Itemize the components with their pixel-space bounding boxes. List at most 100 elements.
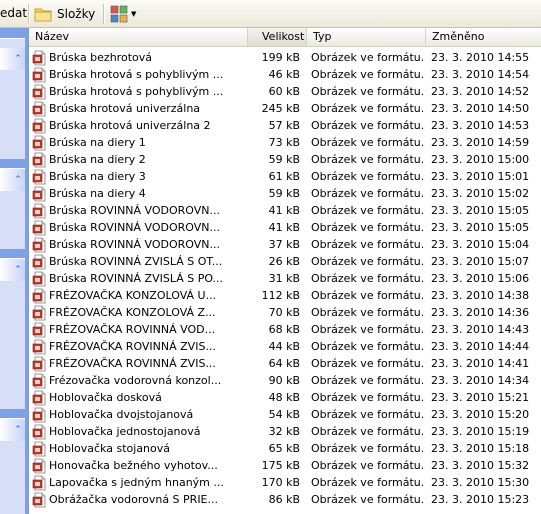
file-size: 57 kB bbox=[268, 119, 300, 132]
file-size: 68 kB bbox=[268, 323, 300, 336]
file-size: 37 kB bbox=[268, 238, 300, 251]
collapse-icon[interactable]: ⌃ bbox=[13, 425, 23, 435]
column-header-name[interactable]: Název bbox=[29, 28, 248, 46]
file-type: Obrázek ve formátu... bbox=[311, 374, 423, 387]
file-type: Obrázek ve formátu... bbox=[311, 170, 423, 183]
task-pane: ⌃ ⌃ ⌃ ⌃ bbox=[0, 28, 28, 514]
file-name: FRÉZOVAČKA KONZOLOVÁ U... bbox=[49, 289, 217, 302]
image-file-icon bbox=[32, 288, 48, 304]
file-size: 44 kB bbox=[268, 340, 300, 353]
image-file-icon bbox=[32, 237, 48, 253]
file-row[interactable]: Brúska na diery 2 59 kB Obrázek ve formátu… bbox=[29, 151, 541, 168]
file-size: 73 kB bbox=[268, 136, 300, 149]
file-name: FRÉZOVAČKA ROVINNÁ ZVIS... bbox=[49, 357, 216, 370]
file-row[interactable]: Brúska hrotová s pohyblivým ... 60 kB Obrá… bbox=[29, 83, 541, 100]
file-name: Brúska ROVINNÁ VODOROVN... bbox=[49, 221, 221, 234]
file-name: Brúska hrotová univerzálna 2 bbox=[49, 119, 211, 132]
search-button[interactable]: edat bbox=[0, 6, 27, 20]
image-file-icon bbox=[32, 441, 48, 457]
file-name: Brúska na diery 4 bbox=[49, 187, 146, 200]
file-type: Obrázek ve formátu... bbox=[311, 255, 423, 268]
file-row[interactable]: Brúska ROVINNÁ ZVISLÁ S OT... 26 kB Obráze… bbox=[29, 253, 541, 270]
file-row[interactable]: Hoblovačka dosková 48 kB Obrázek ve formát… bbox=[29, 389, 541, 406]
file-row[interactable]: Brúska ROVINNÁ ZVISLÁ S PO... 31 kB Obráze… bbox=[29, 270, 541, 287]
file-size: 32 kB bbox=[268, 425, 300, 438]
image-file-icon bbox=[32, 67, 48, 83]
file-row[interactable]: Brúska hrotová univerzálna 2 57 kB Obrázek… bbox=[29, 117, 541, 134]
column-header-bar: Název Velikost Typ Změněno bbox=[29, 28, 541, 47]
file-row[interactable]: Brúska hrotová s pohyblivým ... 46 kB Obrá… bbox=[29, 66, 541, 83]
file-size: 59 kB bbox=[268, 153, 300, 166]
file-row[interactable]: FRÉZOVAČKA ROVINNÁ ZVIS... 44 kB Obrázek v… bbox=[29, 338, 541, 355]
file-size: 170 kB bbox=[261, 476, 300, 489]
file-size: 112 kB bbox=[261, 289, 300, 302]
file-type: Obrázek ve formátu... bbox=[311, 102, 423, 115]
file-size: 31 kB bbox=[268, 272, 300, 285]
task-group-header[interactable]: ⌃ bbox=[0, 169, 25, 191]
file-size: 70 kB bbox=[268, 306, 300, 319]
file-size: 54 kB bbox=[268, 408, 300, 421]
toolbar-separator bbox=[28, 4, 30, 24]
file-row[interactable]: Brúska na diery 1 73 kB Obrázek ve formátu… bbox=[29, 134, 541, 151]
file-row[interactable]: Brúska ROVINNÁ VODOROVN... 41 kB Obrázek v… bbox=[29, 219, 541, 236]
file-row[interactable]: FRÉZOVAČKA ROVINNÁ VOD... 68 kB Obrázek ve… bbox=[29, 321, 541, 338]
file-name: Brúska ROVINNÁ VODOROVN... bbox=[49, 238, 221, 251]
file-row[interactable]: Frézovačka vodorovná konzol... 90 kB Obráz… bbox=[29, 372, 541, 389]
file-list[interactable]: Název Velikost Typ Změněno Brúska bezhro… bbox=[28, 28, 541, 514]
file-type: Obrázek ve formátu... bbox=[311, 85, 423, 98]
file-type: Obrázek ve formátu... bbox=[311, 51, 423, 64]
file-row[interactable]: Brúska bezhrotová 199 kB Obrázek ve formát… bbox=[29, 49, 541, 66]
file-row[interactable]: FRÉZOVAČKA KONZOLOVÁ U... 112 kB Obrázek v… bbox=[29, 287, 541, 304]
file-row[interactable]: FRÉZOVAČKA ROVINNÁ ZVIS... 64 kB Obrázek v… bbox=[29, 355, 541, 372]
folder-icon bbox=[34, 8, 52, 22]
file-row[interactable]: Brúska ROVINNÁ VODOROVN... 41 kB Obrázek v… bbox=[29, 202, 541, 219]
file-name: Hoblovačka dosková bbox=[49, 391, 162, 404]
file-size: 26 kB bbox=[268, 255, 300, 268]
file-row[interactable]: Hoblovačka dvojstojanová 54 kB Obrázek ve … bbox=[29, 406, 541, 423]
file-row[interactable]: Honovačka bežného vyhotov... 175 kB Obráze… bbox=[29, 457, 541, 474]
views-button[interactable]: ▼ bbox=[109, 3, 136, 25]
chevron-down-icon[interactable]: ▼ bbox=[131, 10, 136, 18]
file-modified: 23. 3. 2010 14:38 bbox=[431, 289, 530, 302]
file-name: Brúska hrotová s pohyblivým ... bbox=[49, 68, 224, 81]
file-row[interactable]: Brúska na diery 3 61 kB Obrázek ve formátu… bbox=[29, 168, 541, 185]
task-group-header[interactable]: ⌃ bbox=[0, 48, 25, 70]
file-row[interactable]: Lapovačka s jedným hnaným ... 170 kB Obráz… bbox=[29, 474, 541, 491]
image-file-icon bbox=[32, 390, 48, 406]
file-size: 59 kB bbox=[268, 187, 300, 200]
file-row[interactable]: FRÉZOVAČKA KONZOLOVÁ Z... 70 kB Obrázek ve… bbox=[29, 304, 541, 321]
column-header-type[interactable]: Typ bbox=[307, 28, 426, 46]
column-header-modified[interactable]: Změněno bbox=[426, 28, 541, 46]
image-file-icon bbox=[32, 407, 48, 423]
file-type: Obrázek ve formátu... bbox=[311, 459, 423, 472]
file-modified: 23. 3. 2010 14:53 bbox=[431, 119, 530, 132]
file-row[interactable]: Obrážačka vodorovná S PRIE... 86 kB Obráze… bbox=[29, 491, 541, 508]
toolbar-separator bbox=[103, 4, 105, 24]
file-size: 90 kB bbox=[268, 374, 300, 387]
task-group-header[interactable]: ⌃ bbox=[0, 419, 25, 441]
file-type: Obrázek ve formátu... bbox=[311, 425, 423, 438]
file-size: 199 kB bbox=[261, 51, 300, 64]
column-header-size[interactable]: Velikost bbox=[248, 28, 307, 46]
file-modified: 23. 3. 2010 15:32 bbox=[431, 459, 530, 472]
collapse-icon[interactable]: ⌃ bbox=[13, 54, 23, 64]
file-row[interactable]: Hoblovačka jednostojanová 32 kB Obrázek ve… bbox=[29, 423, 541, 440]
collapse-icon[interactable]: ⌃ bbox=[13, 175, 23, 185]
file-row[interactable]: Brúska na diery 4 59 kB Obrázek ve formátu… bbox=[29, 185, 541, 202]
task-group-header[interactable]: ⌃ bbox=[0, 259, 25, 281]
file-type: Obrázek ve formátu... bbox=[311, 68, 423, 81]
image-file-icon bbox=[32, 254, 48, 270]
collapse-icon[interactable]: ⌃ bbox=[13, 265, 23, 275]
image-file-icon bbox=[32, 203, 48, 219]
file-type: Obrázek ve formátu... bbox=[311, 340, 423, 353]
file-name: Hoblovačka stojanová bbox=[49, 442, 171, 455]
file-name: FRÉZOVAČKA ROVINNÁ ZVIS... bbox=[49, 340, 216, 353]
file-row[interactable]: Brúska hrotová univerzálna 245 kB Obrázek … bbox=[29, 100, 541, 117]
file-modified: 23. 3. 2010 15:06 bbox=[431, 272, 530, 285]
file-size: 60 kB bbox=[268, 85, 300, 98]
file-name: Hoblovačka dvojstojanová bbox=[49, 408, 194, 421]
folders-button[interactable]: Složky bbox=[33, 2, 95, 26]
file-row[interactable]: Brúska ROVINNÁ VODOROVN... 37 kB Obrázek v… bbox=[29, 236, 541, 253]
file-row[interactable]: Hoblovačka stojanová 65 kB Obrázek ve form… bbox=[29, 440, 541, 457]
file-size: 48 kB bbox=[268, 391, 300, 404]
